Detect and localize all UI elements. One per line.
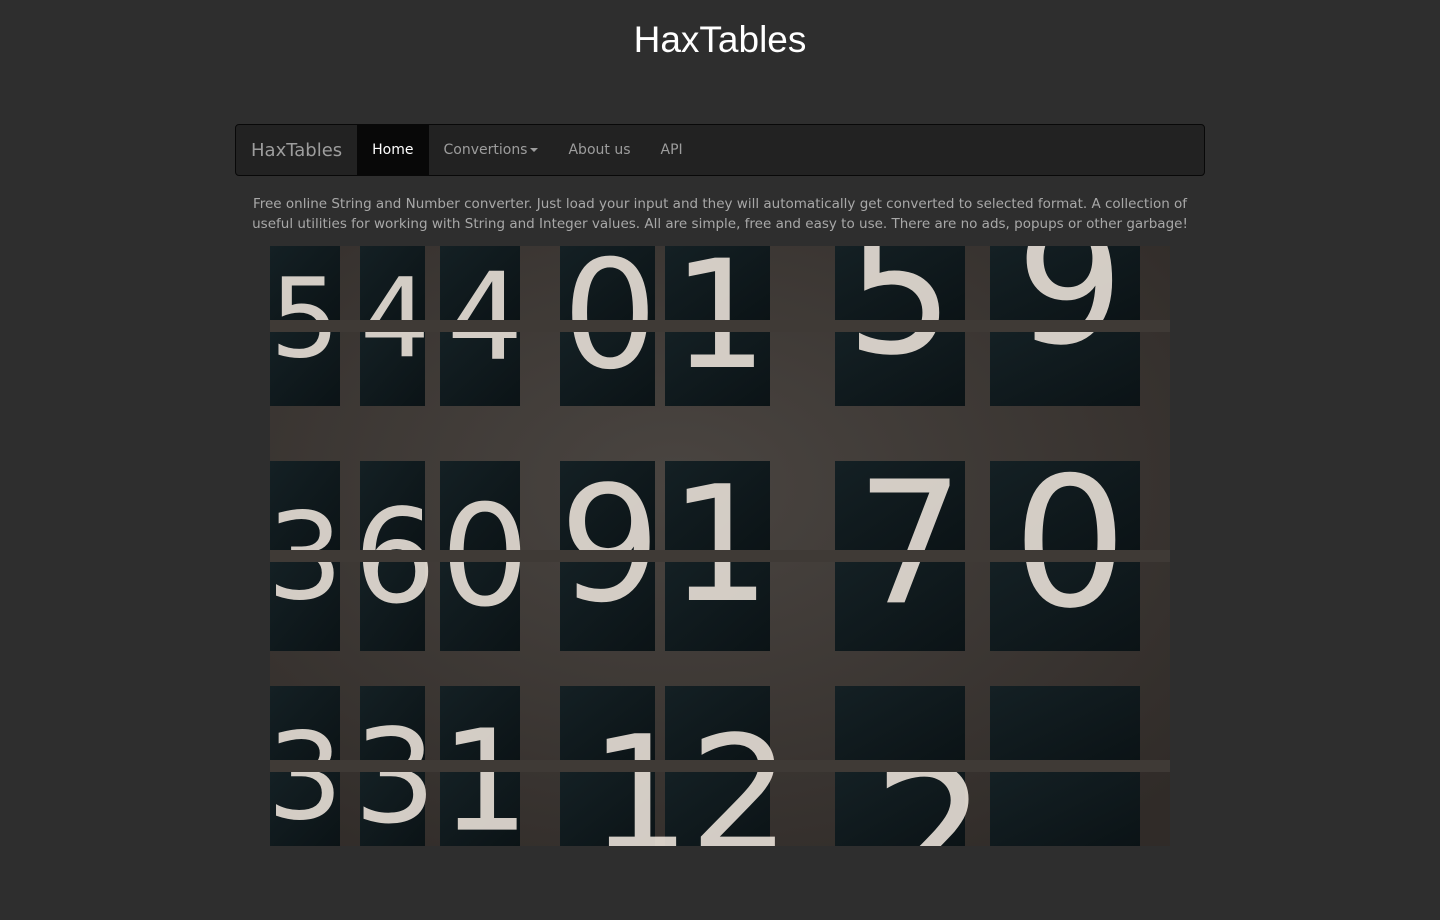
- board-digit: 2: [873, 729, 988, 846]
- board-digit: 1: [440, 701, 529, 846]
- nav-item-convertions[interactable]: Convertions: [429, 125, 554, 175]
- board-digit: 5: [270, 254, 340, 382]
- board-digit: 4: [447, 249, 523, 388]
- number-board-illustration: 5 4 4 0 1 5 93 6 0 9 1 7 03 3 1 12 2: [270, 246, 1170, 846]
- navbar-brand[interactable]: HaxTables: [236, 125, 357, 175]
- board-shelf: [270, 550, 1170, 562]
- hero-image: 54401593609170331122: [270, 246, 1170, 846]
- site-title: HaxTables: [633, 19, 807, 60]
- board-digit: 1: [669, 451, 771, 638]
- board-digit: 5: [846, 246, 954, 393]
- board-shelf: [270, 760, 1170, 772]
- board-digit: 9: [559, 451, 661, 638]
- main-navbar: HaxTables Home Convertions About us API: [235, 124, 1205, 176]
- nav-item-home[interactable]: Home: [357, 125, 429, 175]
- board-digit: 3: [270, 709, 343, 846]
- nav-item-api[interactable]: API: [646, 125, 698, 175]
- board-digit: 7: [856, 445, 964, 643]
- caret-down-icon: [530, 148, 539, 152]
- intro-text: Free online String and Number converter.…: [252, 196, 1188, 232]
- board-digit: 3: [354, 701, 437, 846]
- board-digit: 2: [689, 701, 791, 846]
- nav-item-about-us[interactable]: About us: [553, 125, 645, 175]
- board-shelf: [270, 320, 1170, 332]
- board-cell: [990, 686, 1140, 760]
- board-digit: 1: [589, 701, 691, 846]
- nav-item-convertions-label: Convertions: [443, 142, 528, 158]
- board-digit: 4: [360, 254, 430, 382]
- board-digit: 0: [1013, 439, 1128, 648]
- board-cell: [990, 772, 1140, 846]
- board-digit: 9: [1016, 246, 1124, 383]
